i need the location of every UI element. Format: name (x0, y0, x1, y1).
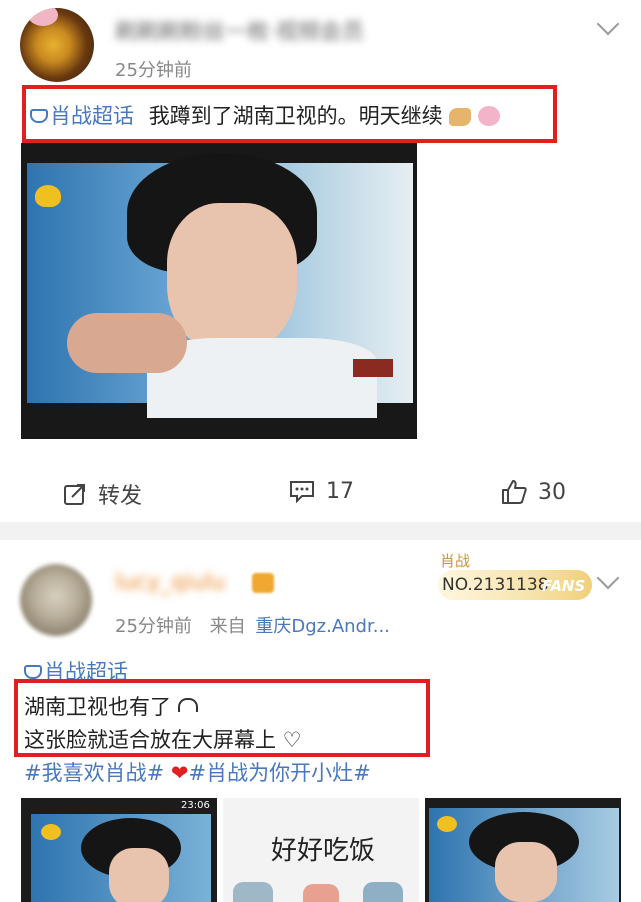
hashtag-link[interactable]: #肖战为你开小灶# (189, 761, 371, 785)
avatar[interactable] (20, 8, 94, 82)
vip-crown-icon (252, 573, 274, 593)
photo-thumbnail[interactable]: 23:06 (21, 798, 217, 902)
photo-thumbnail[interactable]: 好好吃饭 (223, 798, 419, 902)
username[interactable]: 刷刷刷粉丝一枚·视频会员 (115, 14, 364, 46)
muscle-emoji-icon (449, 108, 472, 126)
post-content: 肖战超话 我蹲到了湖南卫视的。明天继续 (30, 100, 501, 130)
super-topic-icon (24, 665, 42, 679)
thumb-caption: 好好吃饭 (271, 836, 376, 866)
repost-icon (64, 484, 85, 505)
username[interactable]: lucy_qiulu (115, 570, 225, 595)
bowl-shape (233, 882, 273, 902)
fans-badge-name: 肖战 (440, 552, 471, 570)
avatar[interactable] (20, 564, 92, 636)
weibo-post-2: lucy_qiulu 25分钟前 来自 重庆Dgz.Andr... 肖战 NO.… (0, 540, 641, 902)
chevron-down-icon[interactable] (596, 566, 620, 590)
weibo-post-1: 刷刷刷粉丝一枚·视频会员 25分钟前 肖战超话 我蹲到了湖南卫视的。明天继续 转… (0, 0, 641, 522)
like-count: 30 (538, 479, 566, 505)
person-hand (67, 313, 187, 373)
tv-logo-icon (41, 824, 61, 840)
tv-logo-icon (35, 185, 61, 207)
source-link[interactable]: 重庆Dgz.Andr... (255, 616, 390, 637)
repost-button[interactable]: 转发 (62, 478, 142, 510)
thumbs-up-icon (502, 480, 527, 504)
comment-count: 17 (326, 478, 354, 504)
red-heart-icon: ❤ (170, 761, 189, 785)
bowl-shape (303, 884, 339, 902)
post-time: 25分钟前 (115, 60, 192, 81)
post-text-line-1: 湖南卫视也有了 (24, 691, 198, 721)
hashtag-row: #我喜欢肖战# ❤#肖战为你开小灶# (24, 757, 371, 787)
person-face (109, 848, 169, 902)
photo-thumbnail[interactable] (425, 798, 621, 902)
fans-badge-number: NO.2131138 (442, 575, 549, 595)
post-time: 25分钟前 (115, 616, 192, 637)
hashtag-link[interactable]: #我喜欢肖战# (24, 761, 164, 785)
chevron-down-icon[interactable] (596, 12, 620, 36)
super-topic-icon (30, 109, 48, 123)
tv-logo-icon (437, 816, 457, 832)
super-topic-link[interactable]: 肖战超话 (50, 104, 134, 128)
fans-badge-fans: FANS (542, 577, 586, 595)
bowl-shape (363, 882, 403, 902)
thumb-time: 23:06 (181, 800, 210, 811)
post-text-line-2: 这张脸就适合放在大屏幕上 ♡ (24, 728, 302, 752)
repost-label: 转发 (98, 484, 143, 509)
comment-button[interactable]: 17 (288, 478, 354, 504)
fans-badge[interactable]: 肖战 NO.2131138 FANS (438, 548, 592, 600)
person-face (495, 842, 557, 902)
person-face (167, 203, 297, 353)
post-meta: 25分钟前 来自 重庆Dgz.Andr... (115, 612, 390, 638)
like-button[interactable]: 30 (500, 478, 566, 506)
post-text: 我蹲到了湖南卫视的。明天继续 (148, 104, 443, 128)
pink-rabbit-emoji-icon (478, 106, 501, 126)
tv-overlay-label (353, 359, 393, 377)
post-photo[interactable] (21, 143, 417, 439)
comment-icon (290, 481, 314, 504)
source-prefix: 来自 (209, 616, 246, 637)
emoji-icon (177, 698, 198, 712)
